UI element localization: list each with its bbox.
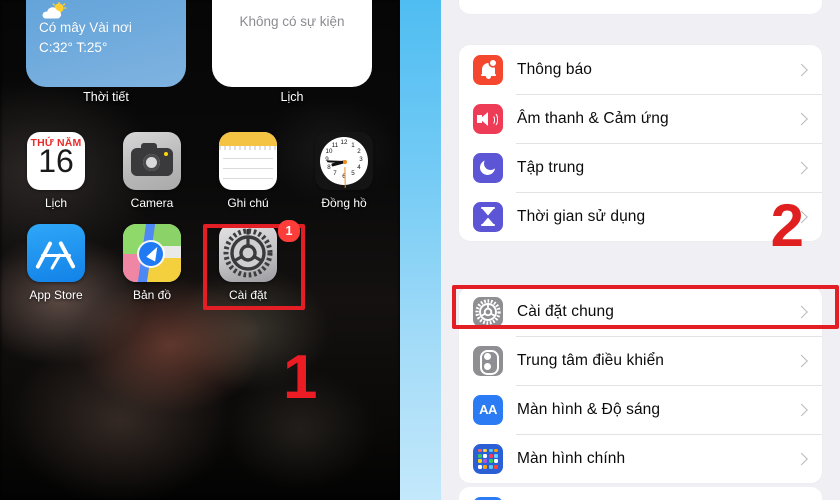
app-icon-settings[interactable]: 1 Cài đặt <box>200 220 300 302</box>
chevron-right-icon <box>795 354 808 367</box>
settings-row-control-center[interactable]: Trung tâm điều khiển <box>459 336 822 385</box>
camera-icon <box>123 132 181 190</box>
chevron-right-icon <box>795 305 808 318</box>
app-icon-clock[interactable]: 12 1 2 3 4 5 6 7 8 9 10 11 Đồng hồ <box>296 132 392 210</box>
settings-row-sounds-haptics[interactable]: Âm thanh & Cảm ứng <box>459 94 822 143</box>
calendar-icon: THỨ NĂM 16 <box>27 132 85 190</box>
settings-card-partial-bottom <box>459 487 822 500</box>
settings-row-label: Thời gian sử dụng <box>517 207 646 225</box>
aa-display-icon: AA <box>473 394 503 425</box>
clock-icon: 12 1 2 3 4 5 6 7 8 9 10 11 <box>315 132 373 190</box>
chevron-right-icon <box>795 63 808 76</box>
calendar-widget[interactable]: Không có sự kiện <box>212 0 372 87</box>
settings-gear-icon <box>219 224 277 282</box>
weather-high-low: C:32° T:25° <box>39 40 108 55</box>
app-label: Bản đồ <box>132 288 172 302</box>
bell-icon <box>473 54 503 85</box>
hourglass-icon <box>473 201 503 232</box>
app-icon-calendar[interactable]: THỨ NĂM 16 Lịch <box>8 132 104 210</box>
settings-row-label: Thông báo <box>517 60 593 78</box>
settings-row-label: Cài đặt chung <box>517 302 614 320</box>
calendar-empty-text: Không có sự kiện <box>239 14 345 29</box>
app-icon-maps[interactable]: Bản đồ <box>104 224 200 302</box>
gear-glyph <box>475 298 501 325</box>
app-icon-notes[interactable]: Ghi chú <box>200 132 296 210</box>
app-icon-app-store[interactable]: App Store <box>8 224 104 302</box>
settings-row-general[interactable]: Cài đặt chung <box>459 287 822 336</box>
app-grid: THỨ NĂM 16 Lịch Camera Ghi chú 12 1 2 3 … <box>0 132 400 316</box>
app-row-1: THỨ NĂM 16 Lịch Camera Ghi chú 12 1 2 3 … <box>0 132 400 224</box>
step-number-2: 2 <box>770 192 804 259</box>
settings-row-label: Trung tâm điều khiển <box>517 351 665 369</box>
chevron-right-icon <box>795 161 808 174</box>
app-row-2: App Store Bản đồ 1 Cài đặt <box>0 220 400 316</box>
aa-glyph: AA <box>479 402 497 417</box>
app-label: Đồng hồ <box>321 196 367 210</box>
settings-row-label: Màn hình & Độ sáng <box>517 400 661 418</box>
chevron-right-icon <box>795 403 808 416</box>
app-label: Ghi chú <box>227 196 269 210</box>
app-store-icon <box>27 224 85 282</box>
settings-row-label: Tập trung <box>517 158 585 176</box>
weather-widget-label: Thời tiết <box>83 90 129 104</box>
iphone-home-screen: 26 Có mây Vài nơi C:32° T:25° Không có s… <box>0 0 400 500</box>
control-center-icon <box>473 345 503 376</box>
screenshot-stage: 26 Có mây Vài nơi C:32° T:25° Không có s… <box>0 0 840 500</box>
settings-row-notifications[interactable]: Thông báo <box>459 45 822 94</box>
chevron-right-icon <box>795 452 808 465</box>
moon-icon <box>473 152 503 183</box>
app-label: Cài đặt <box>228 288 268 302</box>
weather-widget[interactable]: 26 Có mây Vài nơi C:32° T:25° <box>26 0 186 87</box>
settings-group-1: Thông báo Âm thanh & Cảm ứng Tập trung T… <box>459 45 822 241</box>
app-label: Camera <box>130 196 174 210</box>
speaker-icon <box>473 103 503 134</box>
settings-row-label: Màn hình chính <box>517 449 626 467</box>
step-number-1: 1 <box>283 343 318 412</box>
settings-card-partial-top <box>459 0 822 14</box>
settings-row-focus[interactable]: Tập trung <box>459 143 822 192</box>
blue-divider-strip <box>400 0 441 500</box>
settings-badge: 1 <box>278 220 300 242</box>
app-label: Lịch <box>44 196 67 210</box>
settings-row-display-brightness[interactable]: AA Màn hình & Độ sáng <box>459 385 822 434</box>
gear-icon <box>473 296 503 327</box>
weather-condition: Có mây Vài nơi <box>39 20 132 35</box>
settings-row-label: Âm thanh & Cảm ứng <box>517 109 669 127</box>
maps-icon <box>123 224 181 282</box>
home-screen-grid-icon <box>473 443 503 474</box>
sun-behind-cloud-icon <box>42 2 67 19</box>
app-icon-camera[interactable]: Camera <box>104 132 200 210</box>
app-label: App Store <box>29 288 83 302</box>
calendar-widget-label: Lịch <box>280 90 304 104</box>
widget-row: 26 Có mây Vài nơi C:32° T:25° Không có s… <box>0 0 400 110</box>
calendar-icon-day: 16 <box>38 143 74 179</box>
partial-icon <box>473 496 503 500</box>
notes-icon <box>219 132 277 190</box>
settings-group-2: Cài đặt chung Trung tâm điều khiển AA Mà… <box>459 287 822 483</box>
settings-row-screen-time[interactable]: Thời gian sử dụng <box>459 192 822 241</box>
gear-glyph <box>223 228 273 278</box>
settings-row-partial[interactable] <box>459 487 822 500</box>
ios-settings-screen: Thông báo Âm thanh & Cảm ứng Tập trung T… <box>441 0 840 500</box>
chevron-right-icon <box>795 112 808 125</box>
settings-row-home-screen[interactable]: Màn hình chính <box>459 434 822 483</box>
